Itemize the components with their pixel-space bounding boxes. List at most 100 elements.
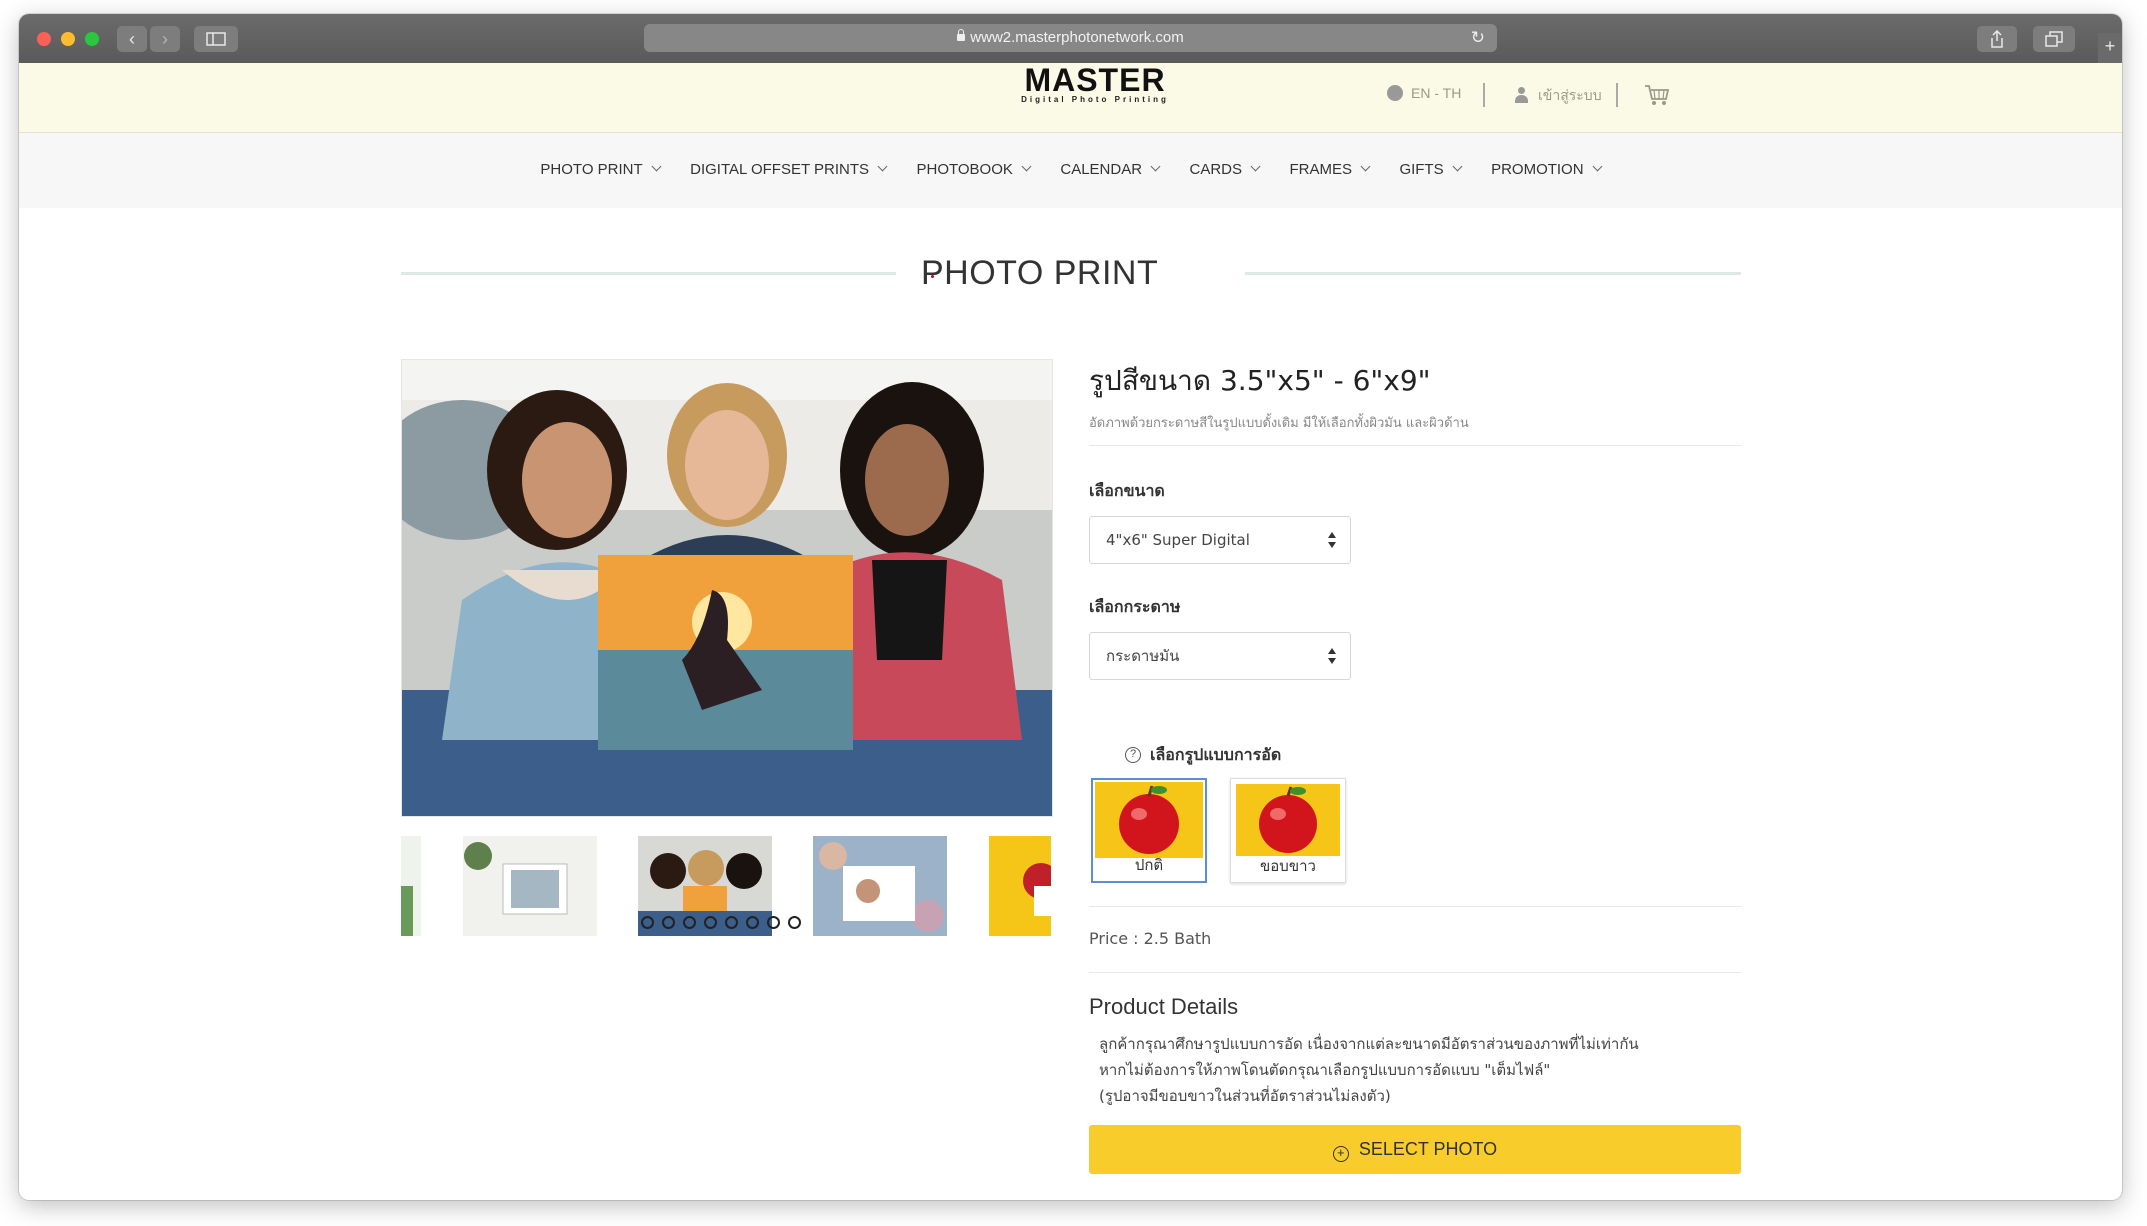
section-rule-right	[1245, 272, 1741, 275]
share-button[interactable]	[1977, 26, 2017, 52]
forward-button[interactable]: ›	[150, 26, 180, 52]
paper-select[interactable]: กระดาษมัน	[1089, 632, 1351, 680]
select-photo-button[interactable]: + SELECT PHOTO	[1089, 1125, 1741, 1174]
thumbnail[interactable]	[989, 836, 1051, 936]
maximize-window-button[interactable]	[85, 32, 99, 46]
nav-label: FRAMES	[1289, 161, 1352, 178]
address-url: www2.masterphotonetwork.com	[970, 29, 1184, 46]
paper-select-value: กระดาษมัน	[1106, 647, 1180, 665]
new-tab-button[interactable]: +	[2098, 33, 2122, 63]
chevron-down-icon	[877, 161, 888, 172]
gallery-dot[interactable]	[641, 916, 654, 929]
sidebar-toggle-button[interactable]	[194, 26, 238, 52]
nav-item-frames[interactable]: FRAMES	[1289, 161, 1371, 178]
browser-titlebar: ‹ › www2.masterphotonetwork.com ↻ +	[19, 14, 2122, 64]
apple-icon	[1095, 782, 1203, 858]
logo-main-text: MASTER	[1024, 62, 1166, 98]
site-header: MASTER Digital Photo Printing EN - TH เข…	[19, 63, 2122, 133]
language-switcher[interactable]: EN - TH	[1387, 85, 1461, 101]
gallery-dot[interactable]	[767, 916, 780, 929]
gallery-dot[interactable]	[704, 916, 717, 929]
section-title: PHOTO PRINT	[921, 254, 1159, 292]
select-photo-label: SELECT PHOTO	[1358, 1139, 1498, 1159]
share-icon	[1991, 29, 2003, 48]
main-nav: PHOTO PRINT DIGITAL OFFSET PRINTS PHOTOB…	[19, 133, 2122, 208]
chevron-down-icon	[651, 161, 662, 172]
header-divider	[1616, 83, 1618, 107]
chevron-down-icon	[1250, 161, 1261, 172]
gallery-dot[interactable]	[683, 916, 696, 929]
site-logo[interactable]: MASTER Digital Photo Printing	[995, 62, 1195, 104]
apple-icon	[1236, 784, 1340, 856]
size-select-value: 4"x6" Super Digital	[1106, 531, 1250, 549]
section-rule-left	[401, 272, 896, 275]
tabs-icon	[2045, 31, 2063, 47]
nav-item-digital-offset-prints[interactable]: DIGITAL OFFSET PRINTS	[690, 161, 888, 178]
login-label: เข้าสู่ระบบ	[1538, 87, 1602, 103]
format-option-white-border[interactable]: ขอบขาว	[1230, 778, 1346, 883]
product-details-title: Product Details	[1089, 994, 1239, 1019]
product-title: รูปสีขนาด 3.5"x5" - 6"x9"	[1089, 364, 1431, 397]
help-icon[interactable]: ?	[1125, 747, 1141, 763]
select-arrows-icon	[1328, 532, 1336, 548]
nav-item-photobook[interactable]: PHOTOBOOK	[916, 161, 1032, 178]
divider	[1089, 906, 1741, 907]
product-photo	[402, 360, 1052, 816]
nav-item-calendar[interactable]: CALENDAR	[1060, 161, 1161, 178]
nav-item-gifts[interactable]: GIFTS	[1399, 161, 1463, 178]
nav-item-promotion[interactable]: PROMOTION	[1491, 161, 1603, 178]
chevron-down-icon	[1021, 161, 1032, 172]
size-select[interactable]: 4"x6" Super Digital	[1089, 516, 1351, 564]
size-label: เลือกขนาด	[1089, 481, 1165, 500]
header-divider	[1483, 83, 1485, 107]
chevron-down-icon	[1592, 161, 1603, 172]
gallery-dots	[641, 916, 809, 934]
gallery-dot[interactable]	[788, 916, 801, 929]
nav-label: PROMOTION	[1491, 161, 1584, 178]
thumbnail[interactable]	[401, 836, 421, 936]
reload-icon[interactable]: ↻	[1471, 24, 1485, 52]
logo-sub-text: Digital Photo Printing	[1021, 95, 1169, 104]
price: Price : 2.5 Bath	[1089, 929, 1212, 948]
language-label: EN - TH	[1411, 85, 1462, 101]
browser-window: ‹ › www2.masterphotonetwork.com ↻ + MAST…	[19, 14, 2122, 1200]
chevron-down-icon	[1452, 161, 1463, 172]
address-bar[interactable]: www2.masterphotonetwork.com ↻	[644, 24, 1497, 52]
format-option-label: ขอบขาว	[1260, 857, 1316, 875]
nav-item-photo-print[interactable]: PHOTO PRINT	[540, 161, 662, 178]
thumbnail[interactable]	[813, 836, 947, 936]
user-icon	[1515, 87, 1528, 103]
select-arrows-icon	[1328, 648, 1336, 664]
back-button[interactable]: ‹	[117, 26, 147, 52]
product-subtitle: อัดภาพด้วยกระดาษสีในรูปแบบดั้งเดิม มีให้…	[1089, 416, 1469, 431]
thumbnail[interactable]	[463, 836, 597, 936]
gallery-dot[interactable]	[662, 916, 675, 929]
divider	[1089, 445, 1741, 446]
divider	[1089, 972, 1741, 973]
gallery-dot[interactable]	[746, 916, 759, 929]
nav-label: DIGITAL OFFSET PRINTS	[690, 161, 870, 178]
format-label: เลือกรูปแบบการอัด	[1150, 745, 1282, 764]
globe-icon	[1387, 85, 1403, 101]
product-details-line: ลูกค้ากรุณาศึกษารูปแบบการอัด เนื่องจากแต…	[1099, 1035, 1639, 1053]
nav-label: PHOTO PRINT	[540, 161, 643, 178]
close-window-button[interactable]	[37, 32, 51, 46]
login-link[interactable]: เข้าสู่ระบบ	[1515, 85, 1602, 107]
cart-icon[interactable]	[1644, 83, 1670, 107]
chevron-down-icon	[1150, 161, 1161, 172]
sidebar-icon	[206, 32, 226, 46]
nav-label: CARDS	[1189, 161, 1243, 178]
product-details-line: หากไม่ต้องการให้ภาพโดนตัดกรุณาเลือกรูปแบ…	[1099, 1061, 1551, 1079]
minimize-window-button[interactable]	[61, 32, 75, 46]
paper-label: เลือกกระดาษ	[1089, 597, 1181, 616]
chevron-left-icon: ‹	[129, 29, 135, 49]
nav-label: GIFTS	[1399, 161, 1444, 178]
show-tabs-button[interactable]	[2033, 26, 2075, 52]
format-option-normal[interactable]: ปกติ	[1091, 778, 1207, 883]
gallery-dot[interactable]	[725, 916, 738, 929]
nav-item-cards[interactable]: CARDS	[1189, 161, 1261, 178]
format-option-label: ปกติ	[1134, 856, 1164, 874]
chevron-down-icon	[1360, 161, 1371, 172]
plus-circle-icon: +	[1332, 1146, 1349, 1162]
product-details-line: (รูปอาจมีขอบขาวในส่วนที่อัตราส่วนไม่ลงตั…	[1099, 1087, 1391, 1105]
